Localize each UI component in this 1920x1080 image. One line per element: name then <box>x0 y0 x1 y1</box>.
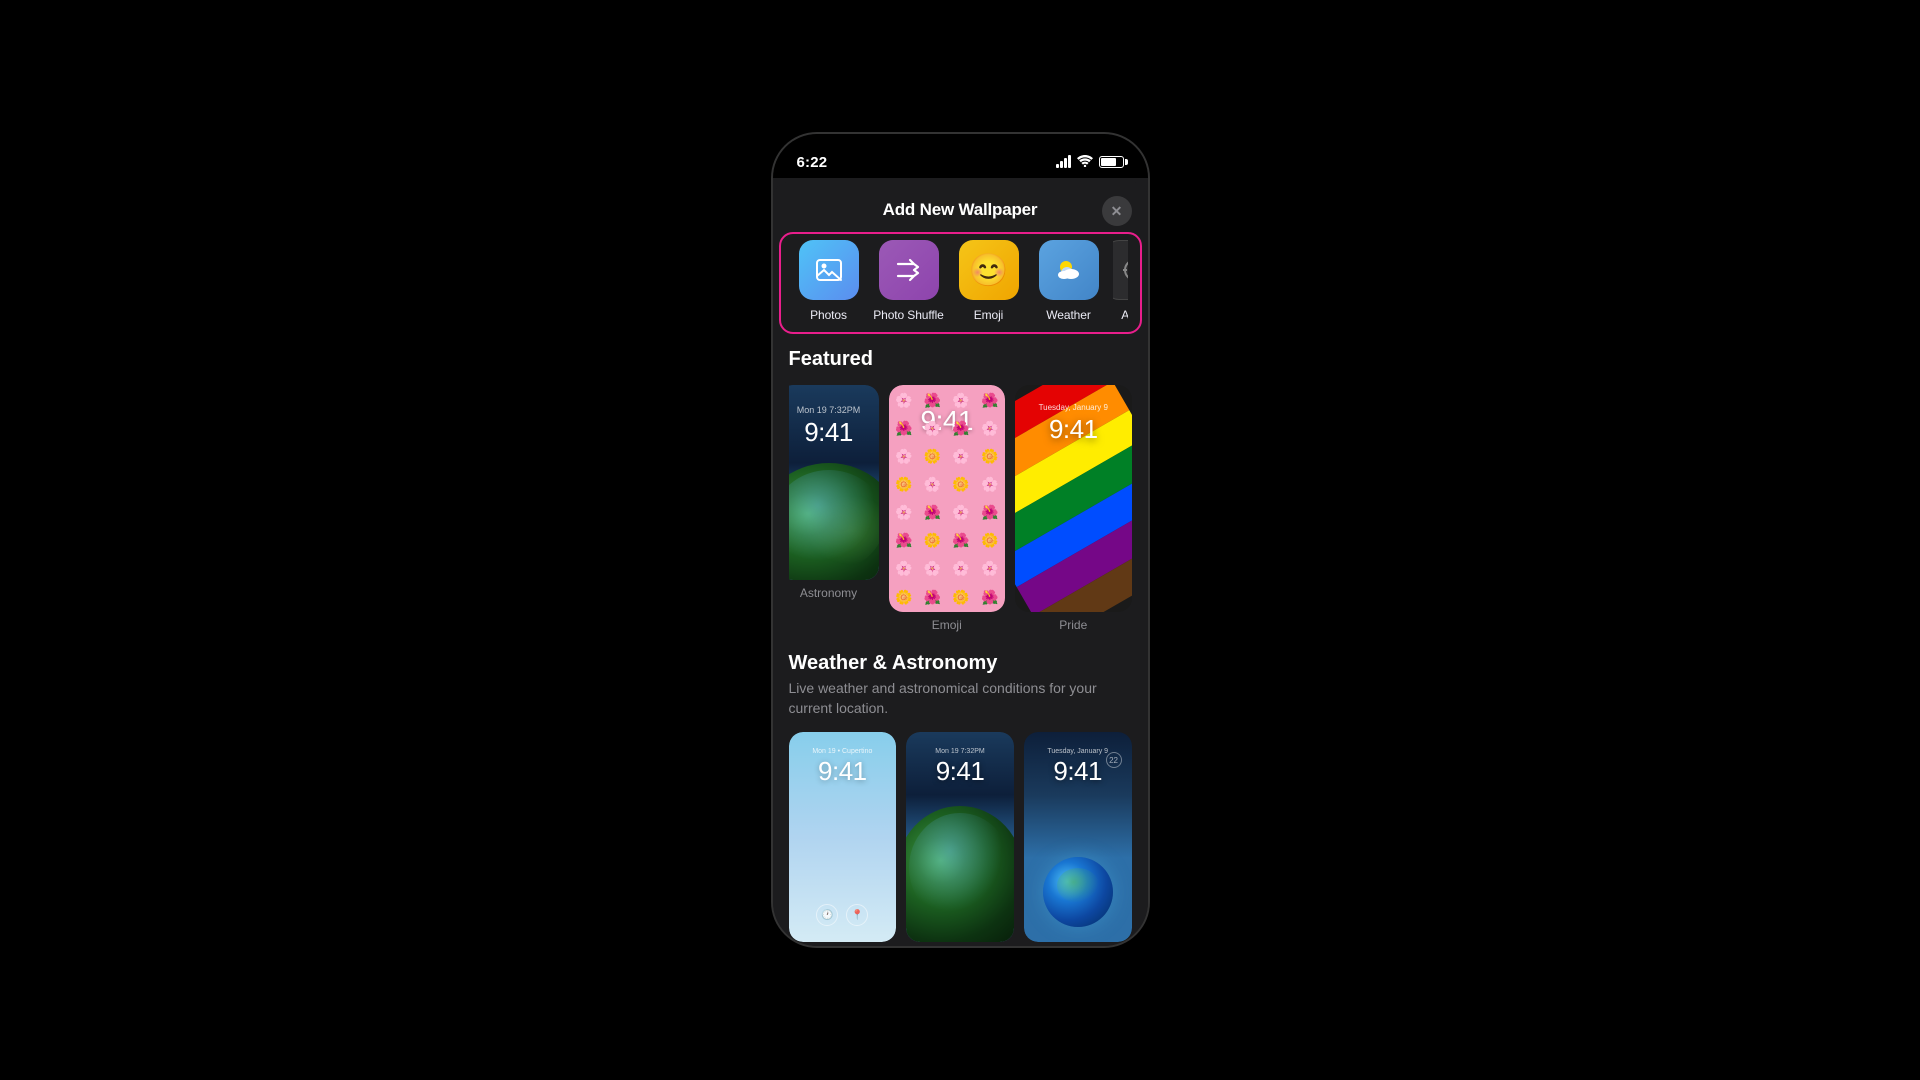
weather-icon <box>1039 240 1099 300</box>
astro-label: Astro <box>1121 308 1127 322</box>
category-item-astro[interactable]: Astro <box>1113 240 1128 322</box>
featured-section: Featured Mon 19 7:32PM 9:41 Astronomy <box>773 348 1148 632</box>
featured-title: Featured <box>789 348 1132 371</box>
scroll-content[interactable]: Featured Mon 19 7:32PM 9:41 Astronomy <box>773 340 1148 946</box>
wp-pride-label: Pride <box>1015 618 1132 632</box>
photos-label: Photos <box>810 308 847 322</box>
photos-icon <box>799 240 859 300</box>
category-row-wrapper: Photos Photo Shuffle 😊 Emo <box>779 232 1142 334</box>
weather-section: Weather & Astronomy Live weather and ast… <box>773 652 1148 946</box>
emoji-pattern: 🌸🌺🌸🌺 🌺🌸🌺🌸 🌸🌼🌸🌼 🌼🌸🌼🌸 🌸🌺🌸🌺 🌺🌼🌺🌼 🌸🌸🌸🌸 🌼🌺🌼🌺 <box>889 385 1006 612</box>
featured-grid: Mon 19 7:32PM 9:41 Astronomy 9: <box>789 385 1132 632</box>
wp-emoji-label: Emoji <box>889 618 1006 632</box>
wallpaper-weather1[interactable]: Mon 19 • Cupertino 9:41 🕐 📍 <box>789 732 897 942</box>
category-row: Photos Photo Shuffle 😊 Emo <box>793 240 1128 322</box>
category-item-photos[interactable]: Photos <box>793 240 865 322</box>
emoji-icon: 😊 <box>959 240 1019 300</box>
astro-icon <box>1113 240 1128 300</box>
status-icons <box>1056 155 1124 170</box>
wp-astronomy-label: Astronomy <box>789 586 879 600</box>
status-time: 6:22 <box>797 154 828 171</box>
wp-astronomy-time-small: Mon 19 7:32PM <box>797 405 861 415</box>
status-bar: 6:22 <box>773 134 1148 178</box>
battery-icon <box>1099 156 1124 168</box>
wallpaper-weather2[interactable]: Mon 19 7:32PM 9:41 <box>906 732 1014 942</box>
shuffle-label: Photo Shuffle <box>873 308 944 322</box>
emoji-label: Emoji <box>974 308 1004 322</box>
close-button[interactable]: ✕ <box>1102 196 1132 226</box>
wallpaper-emoji-featured[interactable]: 9:41 🌸🌺🌸🌺 🌺🌸🌺🌸 🌸🌼🌸🌼 🌼🌸🌼🌸 🌸🌺🌸🌺 🌺🌼🌺🌼 <box>889 385 1006 632</box>
category-item-weather[interactable]: Weather <box>1033 240 1105 322</box>
weather-section-subtitle: Live weather and astronomical conditions… <box>789 679 1132 718</box>
wallpaper-pride[interactable]: Tuesday, January 9 9:41 Pride <box>1015 385 1132 632</box>
phone-frame: 6:22 Add New W <box>773 134 1148 946</box>
signal-icon <box>1056 156 1071 168</box>
modal-title: Add New Wallpaper <box>883 200 1038 220</box>
wp-astronomy-time: 9:41 <box>804 417 853 448</box>
shuffle-icon <box>879 240 939 300</box>
modal-sheet: Add New Wallpaper ✕ Photos <box>773 182 1148 946</box>
wifi-icon <box>1077 155 1093 170</box>
wallpaper-astronomy[interactable]: Mon 19 7:32PM 9:41 Astronomy <box>789 385 879 632</box>
weather-section-title: Weather & Astronomy <box>789 652 1132 675</box>
category-item-emoji[interactable]: 😊 Emoji <box>953 240 1025 322</box>
wallpaper-weather3[interactable]: Tuesday, January 9 9:41 22 <box>1024 732 1132 942</box>
weather-label: Weather <box>1046 308 1090 322</box>
modal-header: Add New Wallpaper ✕ <box>773 182 1148 232</box>
category-item-shuffle[interactable]: Photo Shuffle <box>873 240 945 322</box>
weather-grid: Mon 19 • Cupertino 9:41 🕐 📍 <box>789 732 1132 942</box>
